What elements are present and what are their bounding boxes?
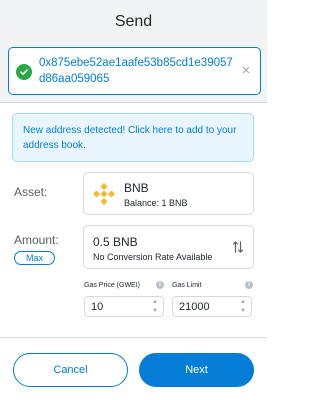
gas-limit-label: Gas Limit xyxy=(172,282,202,289)
amount-input[interactable]: 0.5 BNB No Conversion Rate Available xyxy=(83,225,254,269)
page-title: Send xyxy=(114,13,153,30)
asset-name: BNB xyxy=(124,181,149,195)
amount-value: 0.5 BNB xyxy=(93,235,138,249)
max-button[interactable]: Max xyxy=(14,251,55,265)
close-icon[interactable]: × xyxy=(240,63,252,78)
info-icon[interactable]: i xyxy=(156,281,164,289)
asset-selector[interactable]: BNB Balance: 1 BNB xyxy=(83,172,254,215)
gas-price-input[interactable]: 10 ▲ ▼ xyxy=(84,296,164,317)
chevron-down-icon[interactable]: ▼ xyxy=(151,308,159,315)
gas-price-value: 10 xyxy=(91,301,104,313)
info-icon[interactable]: i xyxy=(245,281,253,289)
send-header: Send 0x875ebe52ae1aafe53b85cd1e39057d86a… xyxy=(0,0,267,103)
bnb-token-icon xyxy=(92,182,116,206)
amount-label: Amount: xyxy=(14,233,59,247)
swap-arrows-icon[interactable] xyxy=(232,240,244,254)
conversion-rate-text: No Conversion Rate Available xyxy=(93,252,213,262)
gas-limit-value: 21000 xyxy=(179,301,210,313)
check-circle-icon xyxy=(16,64,32,80)
recipient-address-field[interactable]: 0x875ebe52ae1aafe53b85cd1e39057d86aa0590… xyxy=(8,47,261,95)
next-button[interactable]: Next xyxy=(139,353,254,387)
gas-price-label: Gas Price (GWEI) xyxy=(84,282,141,289)
gas-price-stepper[interactable]: ▲ ▼ xyxy=(151,299,159,315)
recipient-address: 0x875ebe52ae1aafe53b85cd1e39057d86aa0590… xyxy=(39,57,233,85)
asset-balance: Balance: 1 BNB xyxy=(124,198,188,208)
asset-label: Asset: xyxy=(14,185,48,199)
cancel-button[interactable]: Cancel xyxy=(13,353,128,387)
gas-limit-input[interactable]: 21000 ▲ ▼ xyxy=(172,296,252,317)
new-address-alert[interactable]: New address detected! Click here to add … xyxy=(12,113,254,162)
chevron-up-icon[interactable]: ▲ xyxy=(239,299,247,306)
chevron-up-icon[interactable]: ▲ xyxy=(151,299,159,306)
chevron-down-icon[interactable]: ▼ xyxy=(239,308,247,315)
footer-actions: Cancel Next xyxy=(0,337,267,400)
gas-limit-stepper[interactable]: ▲ ▼ xyxy=(239,299,247,315)
